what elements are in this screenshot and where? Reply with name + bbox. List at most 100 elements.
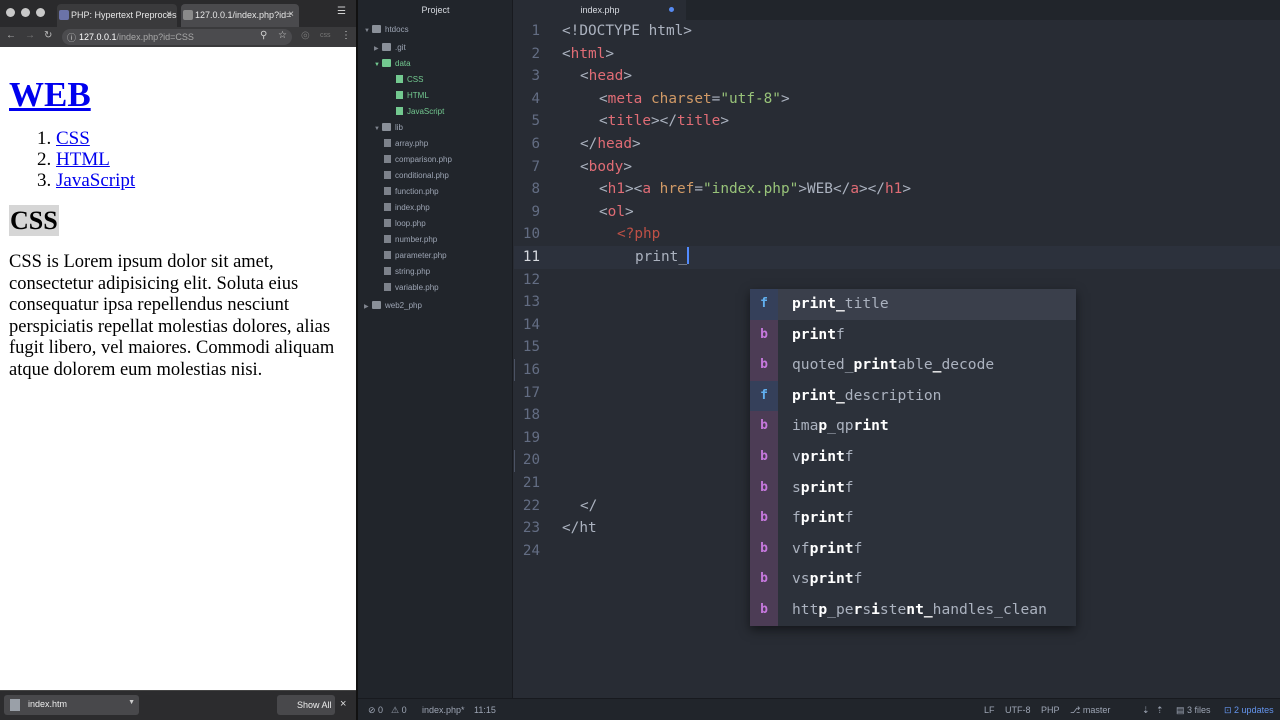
info-icon[interactable]: ⓘ [67, 31, 76, 44]
tree-label: HTML [407, 91, 429, 100]
line-number: 7 [531, 158, 540, 175]
builtin-badge-icon: b [750, 533, 778, 565]
autocomplete-item[interactable]: b sprintf [750, 472, 1076, 504]
autocomplete-item[interactable]: b http_persistent_handles_clean [750, 595, 1076, 626]
file-icon [384, 155, 391, 163]
file-icon [396, 91, 403, 99]
tree-file[interactable]: loop.php [384, 216, 426, 232]
extension-icon[interactable]: ◎ [301, 30, 310, 41]
home-link[interactable]: WEB [9, 75, 91, 114]
git-fetch-icon[interactable]: ⇣ [1142, 705, 1150, 716]
autocomplete-item[interactable]: b vsprintf [750, 564, 1076, 595]
close-icon[interactable]: × [340, 698, 346, 710]
autocomplete-item[interactable]: b vfprintf [750, 533, 1076, 565]
project-tree: Project ▼ htdocs ▶ .git ▼ data CSS HTML Jav… [358, 0, 513, 698]
code-editor[interactable]: 1 2 3 4 5 6 7 8 9 10 11 12 13 14 15 16 17 18 19 20 21 22 23 24 … [514, 20, 1280, 698]
zoom-window-icon[interactable] [36, 8, 45, 17]
url-host: 127.0.0.1 [79, 32, 117, 42]
close-tab-icon[interactable]: × [166, 9, 172, 20]
bookmark-star-icon[interactable]: ☆ [278, 30, 287, 41]
tree-item-data-css[interactable]: CSS [396, 72, 423, 88]
code-line: <title></title> [599, 113, 729, 130]
address-bar[interactable]: ⓘ 127.0.0.1/index.php?id=CSS ⚲ ☆ [62, 29, 292, 45]
tree-root-web2[interactable]: ▶ web2_php [364, 298, 422, 314]
autocomplete-label: vsprintf [792, 570, 863, 588]
cursor-position[interactable]: 11:15 [474, 705, 496, 715]
code-line: <!DOCTYPE html> [562, 23, 692, 39]
tree-item-lib[interactable]: ▼ lib [374, 120, 403, 136]
show-all-button[interactable]: Show All [277, 695, 335, 715]
php-favicon-icon [59, 10, 69, 20]
tree-file[interactable]: parameter.php [384, 248, 447, 264]
tree-item-data-html[interactable]: HTML [396, 88, 429, 104]
builtin-badge-icon: b [750, 503, 778, 534]
forward-icon[interactable]: → [25, 30, 35, 41]
tree-label: string.php [395, 267, 431, 276]
tab-title: 127.0.0.1/index.php?id= [195, 10, 292, 20]
line-number: 21 [522, 475, 540, 491]
tree-file[interactable]: array.php [384, 136, 428, 152]
grammar-selector[interactable]: PHP [1041, 705, 1060, 715]
close-window-icon[interactable] [6, 8, 15, 17]
file-icon [384, 267, 391, 275]
minimize-window-icon[interactable] [21, 8, 30, 17]
status-file-name[interactable]: index.php* [422, 705, 465, 715]
autocomplete-item[interactable]: b printf [750, 319, 1076, 351]
line-ending[interactable]: LF [984, 705, 995, 715]
code-line: <?php [617, 226, 661, 243]
tree-file[interactable]: conditional.php [384, 168, 449, 184]
tree-file[interactable]: variable.php [384, 280, 439, 296]
git-push-icon[interactable]: ⇡ [1156, 705, 1164, 716]
tree-item-data-javascript[interactable]: JavaScript [396, 104, 444, 120]
tree-label: lib [395, 123, 404, 132]
modified-dot-icon[interactable] [669, 7, 674, 12]
autocomplete-label: quoted_printable_decode [792, 356, 995, 374]
back-icon[interactable]: ← [6, 30, 16, 41]
download-shelf: index.htm ▼ Show All × [0, 690, 356, 720]
warning-count[interactable]: ⚠ 0 [391, 705, 407, 716]
git-files[interactable]: ▤ 3 files [1176, 705, 1211, 716]
autocomplete-item[interactable]: f print_title [750, 289, 1076, 320]
css-link[interactable]: CSS [56, 128, 90, 149]
editor-tab-bar: index.php [514, 0, 1280, 20]
javascript-link[interactable]: JavaScript [56, 170, 135, 191]
tree-file[interactable]: number.php [384, 232, 437, 248]
file-encoding[interactable]: UTF-8 [1005, 705, 1031, 715]
browser-tab-localhost[interactable]: 127.0.0.1/index.php?id= × [181, 4, 299, 27]
tab-index-php[interactable]: index.php [514, 0, 686, 20]
package-updates[interactable]: ⊡ 2 updates [1224, 705, 1274, 716]
topic-list: CSS HTML JavaScript [9, 128, 349, 191]
tree-file[interactable]: function.php [384, 184, 439, 200]
git-branch[interactable]: ⎇ master [1070, 705, 1110, 716]
autocomplete-item[interactable]: b imap_qprint [750, 411, 1076, 442]
folder-icon [382, 59, 391, 67]
browser-tab-php[interactable]: PHP: Hypertext Preprocess × [57, 4, 177, 27]
error-count[interactable]: ⊘ 0 [368, 705, 383, 716]
tree-file[interactable]: index.php [384, 200, 430, 216]
git-change-marker [514, 450, 515, 472]
autocomplete-item[interactable]: b fprintf [750, 503, 1076, 534]
autocomplete-item[interactable]: b quoted_printable_decode [750, 350, 1076, 381]
tree-file[interactable]: comparison.php [384, 152, 452, 168]
close-tab-icon[interactable]: × [288, 9, 294, 20]
line-number: 10 [522, 226, 540, 243]
zoom-icon[interactable]: ⚲ [260, 30, 267, 41]
download-item[interactable]: index.htm ▼ [4, 695, 139, 715]
autocomplete-item[interactable]: b vprintf [750, 442, 1076, 473]
line-number: 3 [531, 68, 540, 85]
extension-css-icon[interactable]: css [320, 32, 331, 39]
tree-item-data[interactable]: ▼ data [374, 56, 411, 72]
editor-window: Project ▼ htdocs ▶ .git ▼ data CSS HTML Jav… [358, 0, 1280, 720]
tree-root-htdocs[interactable]: ▼ htdocs [364, 22, 409, 38]
tree-item-git[interactable]: ▶ .git [374, 40, 406, 56]
chevron-down-icon[interactable]: ▼ [128, 699, 135, 706]
more-icon[interactable]: ⋮ [341, 30, 351, 41]
tree-file[interactable]: string.php [384, 264, 430, 280]
menu-icon[interactable]: ☰ [337, 6, 346, 17]
autocomplete-item[interactable]: f print_description [750, 380, 1076, 412]
html-link[interactable]: HTML [56, 149, 110, 170]
autocomplete-label: printf [792, 325, 845, 343]
code-line: </ht [562, 520, 597, 537]
autocomplete-label: http_persistent_handles_clean [792, 601, 1047, 618]
reload-icon[interactable]: ↻ [44, 30, 52, 41]
